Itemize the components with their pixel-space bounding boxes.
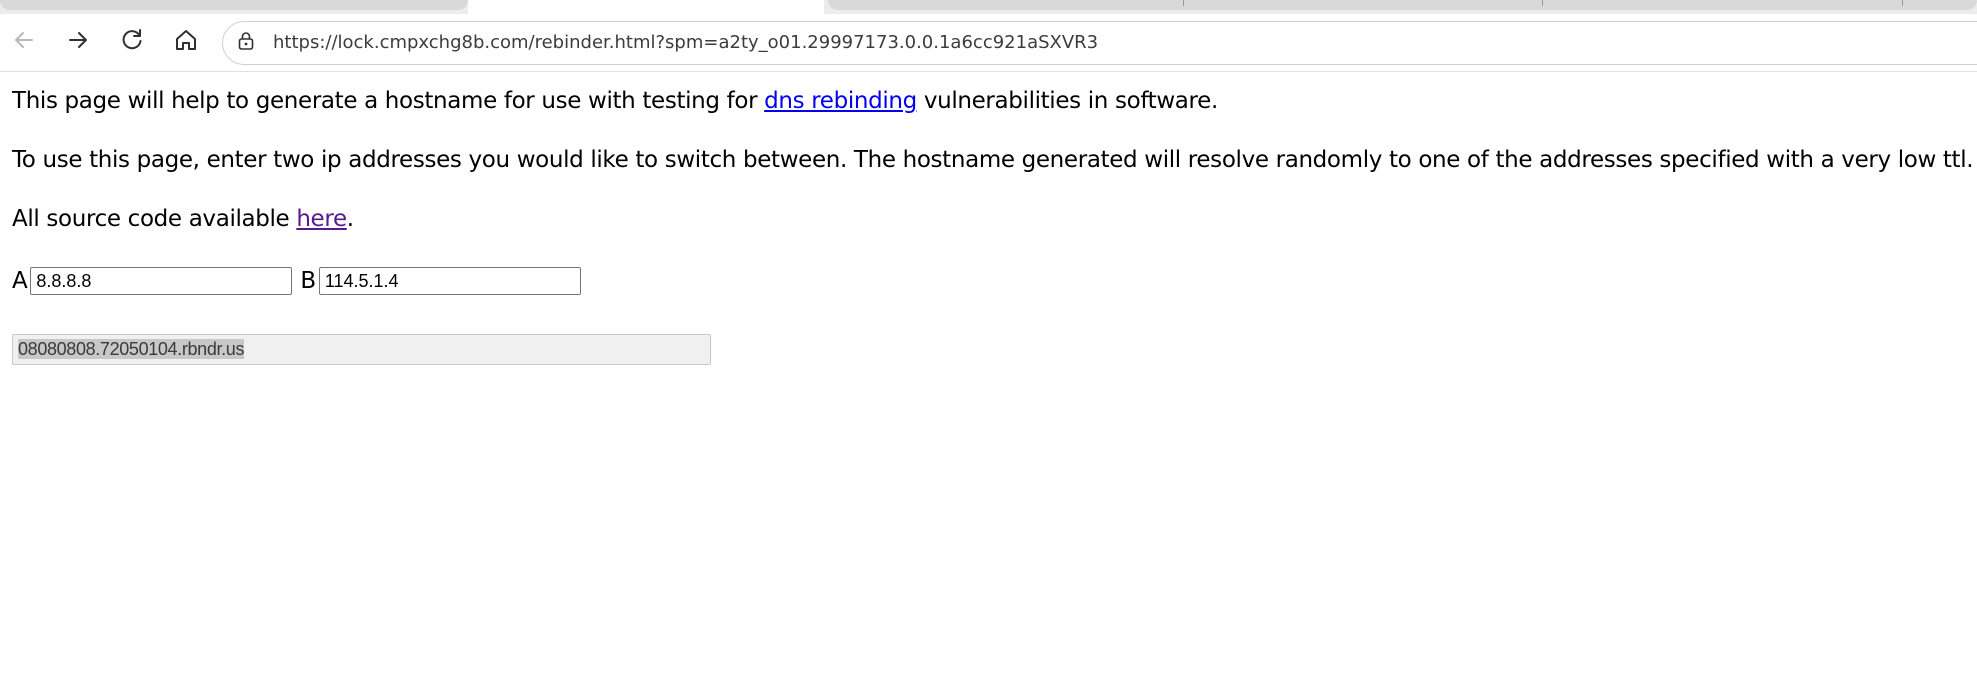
tab-inactive[interactable] — [828, 0, 1977, 10]
forward-arrow-icon — [64, 26, 92, 58]
label-a: A — [12, 268, 28, 294]
label-b: B — [300, 268, 316, 294]
tab-separator — [1902, 0, 1903, 6]
source-code-text: All source code available — [12, 206, 297, 232]
url-text[interactable]: https://lock.cmpxchg8b.com/rebinder.html… — [273, 32, 1098, 54]
reload-icon — [118, 26, 146, 58]
tab-separator — [1542, 0, 1543, 6]
forward-button[interactable] — [62, 26, 94, 58]
intro-paragraph: This page will help to generate a hostna… — [12, 86, 1218, 116]
ip-a-input[interactable] — [30, 267, 293, 295]
hostname-text: 08080808.72050104.rbndr.us — [18, 339, 245, 359]
back-arrow-icon — [10, 26, 38, 58]
ip-form: A B — [12, 265, 581, 297]
reload-button[interactable] — [116, 26, 148, 58]
tab-strip — [0, 0, 1977, 14]
ip-b-input[interactable] — [318, 267, 581, 295]
intro-text: This page will help to generate a hostna… — [12, 88, 765, 114]
source-code-period: . — [346, 206, 354, 232]
site-info-button[interactable] — [235, 32, 257, 54]
source-code-link[interactable]: here — [296, 206, 347, 232]
site-info-icon — [235, 30, 257, 56]
tab-active[interactable] — [468, 0, 824, 14]
home-icon — [172, 26, 200, 58]
tab-separator — [1183, 0, 1184, 6]
browser-toolbar: https://lock.cmpxchg8b.com/rebinder.html… — [0, 14, 1977, 72]
back-button[interactable] — [8, 26, 40, 58]
hostname-output[interactable]: 08080808.72050104.rbndr.us — [12, 334, 711, 365]
dns-rebinding-link[interactable]: dns rebinding — [764, 88, 917, 114]
tab-inactive[interactable] — [0, 0, 468, 10]
source-code-paragraph: All source code available here. — [12, 204, 354, 234]
instructions-paragraph: To use this page, enter two ip addresses… — [12, 147, 1974, 173]
home-button[interactable] — [170, 26, 202, 58]
address-bar[interactable]: https://lock.cmpxchg8b.com/rebinder.html… — [222, 21, 1977, 65]
intro-text-end: vulnerabilities in software. — [916, 88, 1218, 114]
